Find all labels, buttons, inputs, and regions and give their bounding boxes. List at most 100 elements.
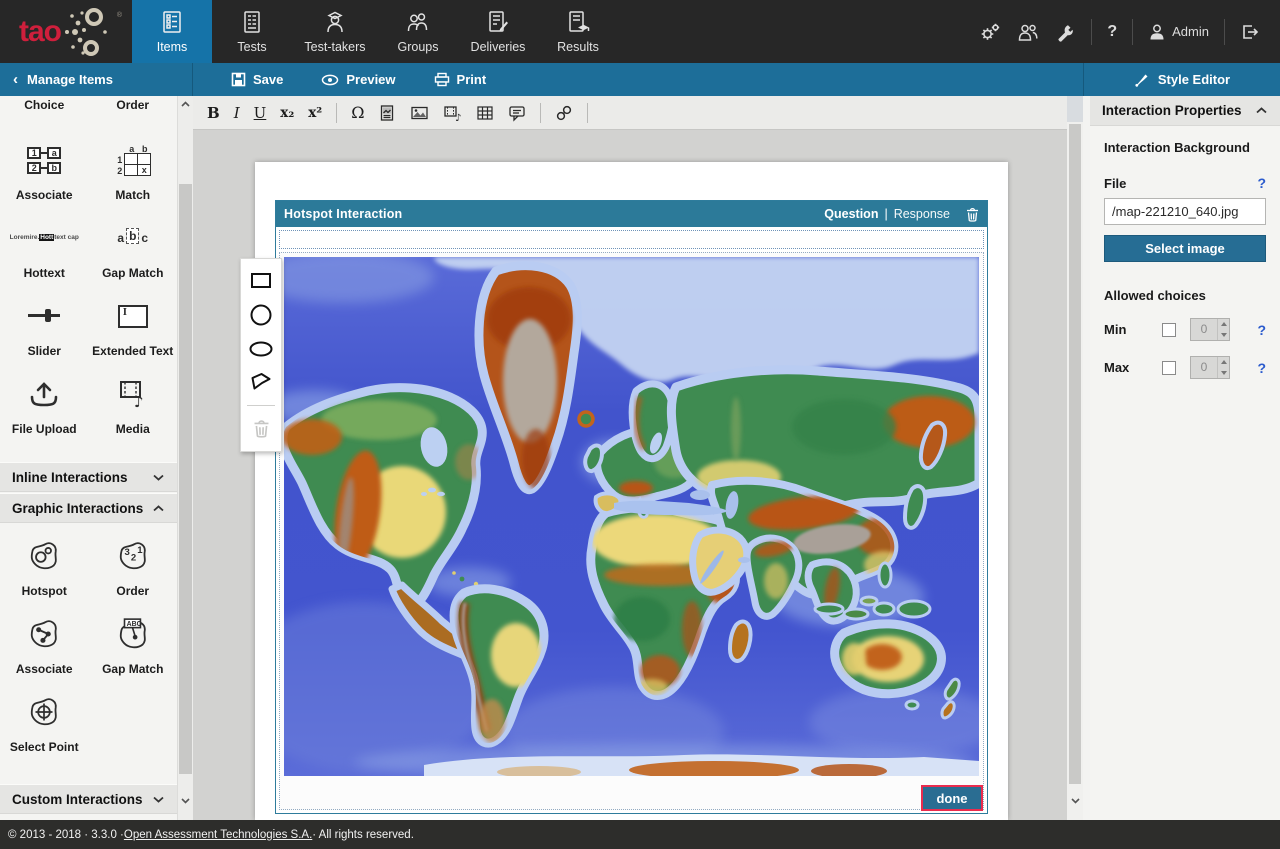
preview-button[interactable]: Preview xyxy=(321,72,395,87)
footer-link[interactable]: Open Assessment Technologies S.A. xyxy=(124,829,312,841)
settings-gears-icon[interactable] xyxy=(979,22,1001,42)
image-icon[interactable] xyxy=(410,104,429,122)
interaction-title: Hotspot Interaction xyxy=(284,207,824,221)
sidebar-item-gap-match[interactable]: abc Gap Match xyxy=(102,216,163,280)
section-inline-interactions[interactable]: Inline Interactions xyxy=(0,462,177,492)
tab-groups[interactable]: Groups xyxy=(378,0,458,63)
superscript-button[interactable]: x² xyxy=(308,105,322,121)
sidebar-item-slider[interactable]: Slider xyxy=(28,294,61,358)
tao-logo[interactable]: tao ® xyxy=(0,0,132,63)
panel-seam xyxy=(1083,96,1090,820)
draw-polygon-button[interactable] xyxy=(244,366,278,399)
min-decrement-icon[interactable] xyxy=(1218,330,1229,341)
prompt-area[interactable] xyxy=(279,230,984,249)
section-graphic-interactions[interactable]: Graphic Interactions xyxy=(0,493,177,523)
sidebar-item-media[interactable]: ♪ Media xyxy=(116,372,150,436)
sidebar-item-match[interactable]: ab 1 2x Match xyxy=(114,138,151,202)
tab-results[interactable]: Results xyxy=(538,0,618,63)
interaction-properties-header[interactable]: Interaction Properties xyxy=(1090,96,1280,126)
help-icon[interactable]: ? xyxy=(1107,23,1117,41)
print-button[interactable]: Print xyxy=(434,72,487,87)
user-menu[interactable]: Admin xyxy=(1148,23,1209,41)
gap-match-icon: abc xyxy=(117,219,148,257)
max-checkbox[interactable] xyxy=(1162,361,1176,375)
sidebar-item-order[interactable]: Order xyxy=(116,98,149,112)
results-icon xyxy=(565,9,591,35)
tab-question[interactable]: Question xyxy=(824,207,878,221)
draw-ellipse-button[interactable] xyxy=(244,332,278,365)
sidebar-item-label: Media xyxy=(116,422,150,436)
min-value: 0 xyxy=(1191,319,1217,340)
world-map-image[interactable] xyxy=(284,257,979,776)
tao-logo-text: tao xyxy=(19,15,61,49)
scroll-down-icon[interactable] xyxy=(178,798,193,804)
draw-circle-button[interactable] xyxy=(244,298,278,331)
file-help-icon[interactable]: ? xyxy=(1257,175,1266,191)
sidebar-scrollbar[interactable] xyxy=(177,96,193,820)
user-name: Admin xyxy=(1172,24,1209,39)
workspace: Choice Order 1a 2b Associate ab 1 xyxy=(0,96,1280,820)
ellipse-icon xyxy=(249,337,273,361)
chevron-up-icon xyxy=(153,505,164,512)
draw-rectangle-button[interactable] xyxy=(244,264,278,297)
media-icon[interactable]: ♪ xyxy=(443,104,462,122)
divider xyxy=(1132,19,1133,45)
min-checkbox[interactable] xyxy=(1162,323,1176,337)
subscript-button[interactable]: x₂ xyxy=(280,105,294,121)
sidebar-item-choice[interactable]: Choice xyxy=(24,98,64,112)
sidebar-item-select-point[interactable]: Select Point xyxy=(10,690,79,754)
max-increment-icon[interactable] xyxy=(1218,357,1229,368)
settings-wrench-icon[interactable] xyxy=(1055,22,1076,42)
max-help-icon[interactable]: ? xyxy=(1257,360,1266,376)
max-value: 0 xyxy=(1191,357,1217,378)
tab-response[interactable]: Response xyxy=(894,207,950,221)
polygon-icon xyxy=(249,371,273,395)
sidebar-item-graphic-order[interactable]: 3 2 1 Order xyxy=(116,534,150,598)
sidebar-item-graphic-associate[interactable]: Associate xyxy=(16,612,73,676)
canvas-scrollbar-thumb[interactable] xyxy=(1069,124,1081,784)
special-character-button[interactable]: Ω xyxy=(351,103,364,122)
max-decrement-icon[interactable] xyxy=(1218,368,1229,379)
scroll-down-icon[interactable] xyxy=(1067,798,1083,804)
save-button[interactable]: Save xyxy=(231,72,283,87)
table-icon[interactable] xyxy=(476,104,494,122)
user-management-icon[interactable] xyxy=(1016,22,1040,42)
bold-button[interactable]: B xyxy=(207,104,220,122)
canvas-scrollbar[interactable] xyxy=(1067,96,1083,820)
delete-shape-button[interactable] xyxy=(244,412,278,445)
done-button[interactable]: done xyxy=(921,785,983,811)
sidebar-item-associate[interactable]: 1a 2b Associate xyxy=(16,138,73,202)
sidebar-item-hottext[interactable]: Loremi re.Hott text cap Hottext xyxy=(10,216,79,280)
sidebar-row: Choice Order xyxy=(0,98,177,112)
scroll-up-icon[interactable] xyxy=(178,101,193,107)
link-icon[interactable] xyxy=(555,104,573,122)
item-actions: Save Preview Print xyxy=(193,63,1083,96)
select-image-button[interactable]: Select image xyxy=(1104,235,1266,262)
sidebar-item-graphic-hotspot[interactable]: Hotspot xyxy=(22,534,67,598)
underline-button[interactable]: U xyxy=(254,104,267,122)
style-editor-button[interactable]: Style Editor xyxy=(1083,63,1280,96)
min-increment-icon[interactable] xyxy=(1218,319,1229,330)
hotspot-interaction-widget: Hotspot Interaction Question | Response xyxy=(275,200,988,814)
circle-icon xyxy=(249,303,273,327)
sidebar-item-file-upload[interactable]: File Upload xyxy=(12,372,77,436)
delete-interaction-icon[interactable] xyxy=(966,207,979,222)
shared-stimulus-icon[interactable] xyxy=(378,104,396,122)
sidebar-scrollbar-thumb[interactable] xyxy=(179,184,192,774)
min-help-icon[interactable]: ? xyxy=(1257,322,1266,338)
tab-test-takers[interactable]: Test-takers xyxy=(292,0,378,63)
italic-button[interactable]: I xyxy=(234,104,240,122)
sidebar-item-graphic-gap-match[interactable]: ABC Gap Match xyxy=(102,612,163,676)
sidebar-item-label: Extended Text xyxy=(92,344,173,358)
style-editor-label: Style Editor xyxy=(1158,72,1230,87)
tab-items[interactable]: Items xyxy=(132,0,212,63)
section-custom-interactions[interactable]: Custom Interactions xyxy=(0,784,177,814)
sidebar-item-label: File Upload xyxy=(12,422,77,436)
sidebar-item-extended-text[interactable]: I Extended Text xyxy=(92,294,173,358)
background-file-input[interactable] xyxy=(1104,198,1266,225)
tab-tests[interactable]: Tests xyxy=(212,0,292,63)
tooltip-icon[interactable] xyxy=(508,104,526,122)
tab-deliveries[interactable]: Deliveries xyxy=(458,0,538,63)
logout-icon[interactable] xyxy=(1240,22,1260,42)
manage-items-back-button[interactable]: ‹ Manage Items xyxy=(0,63,193,96)
